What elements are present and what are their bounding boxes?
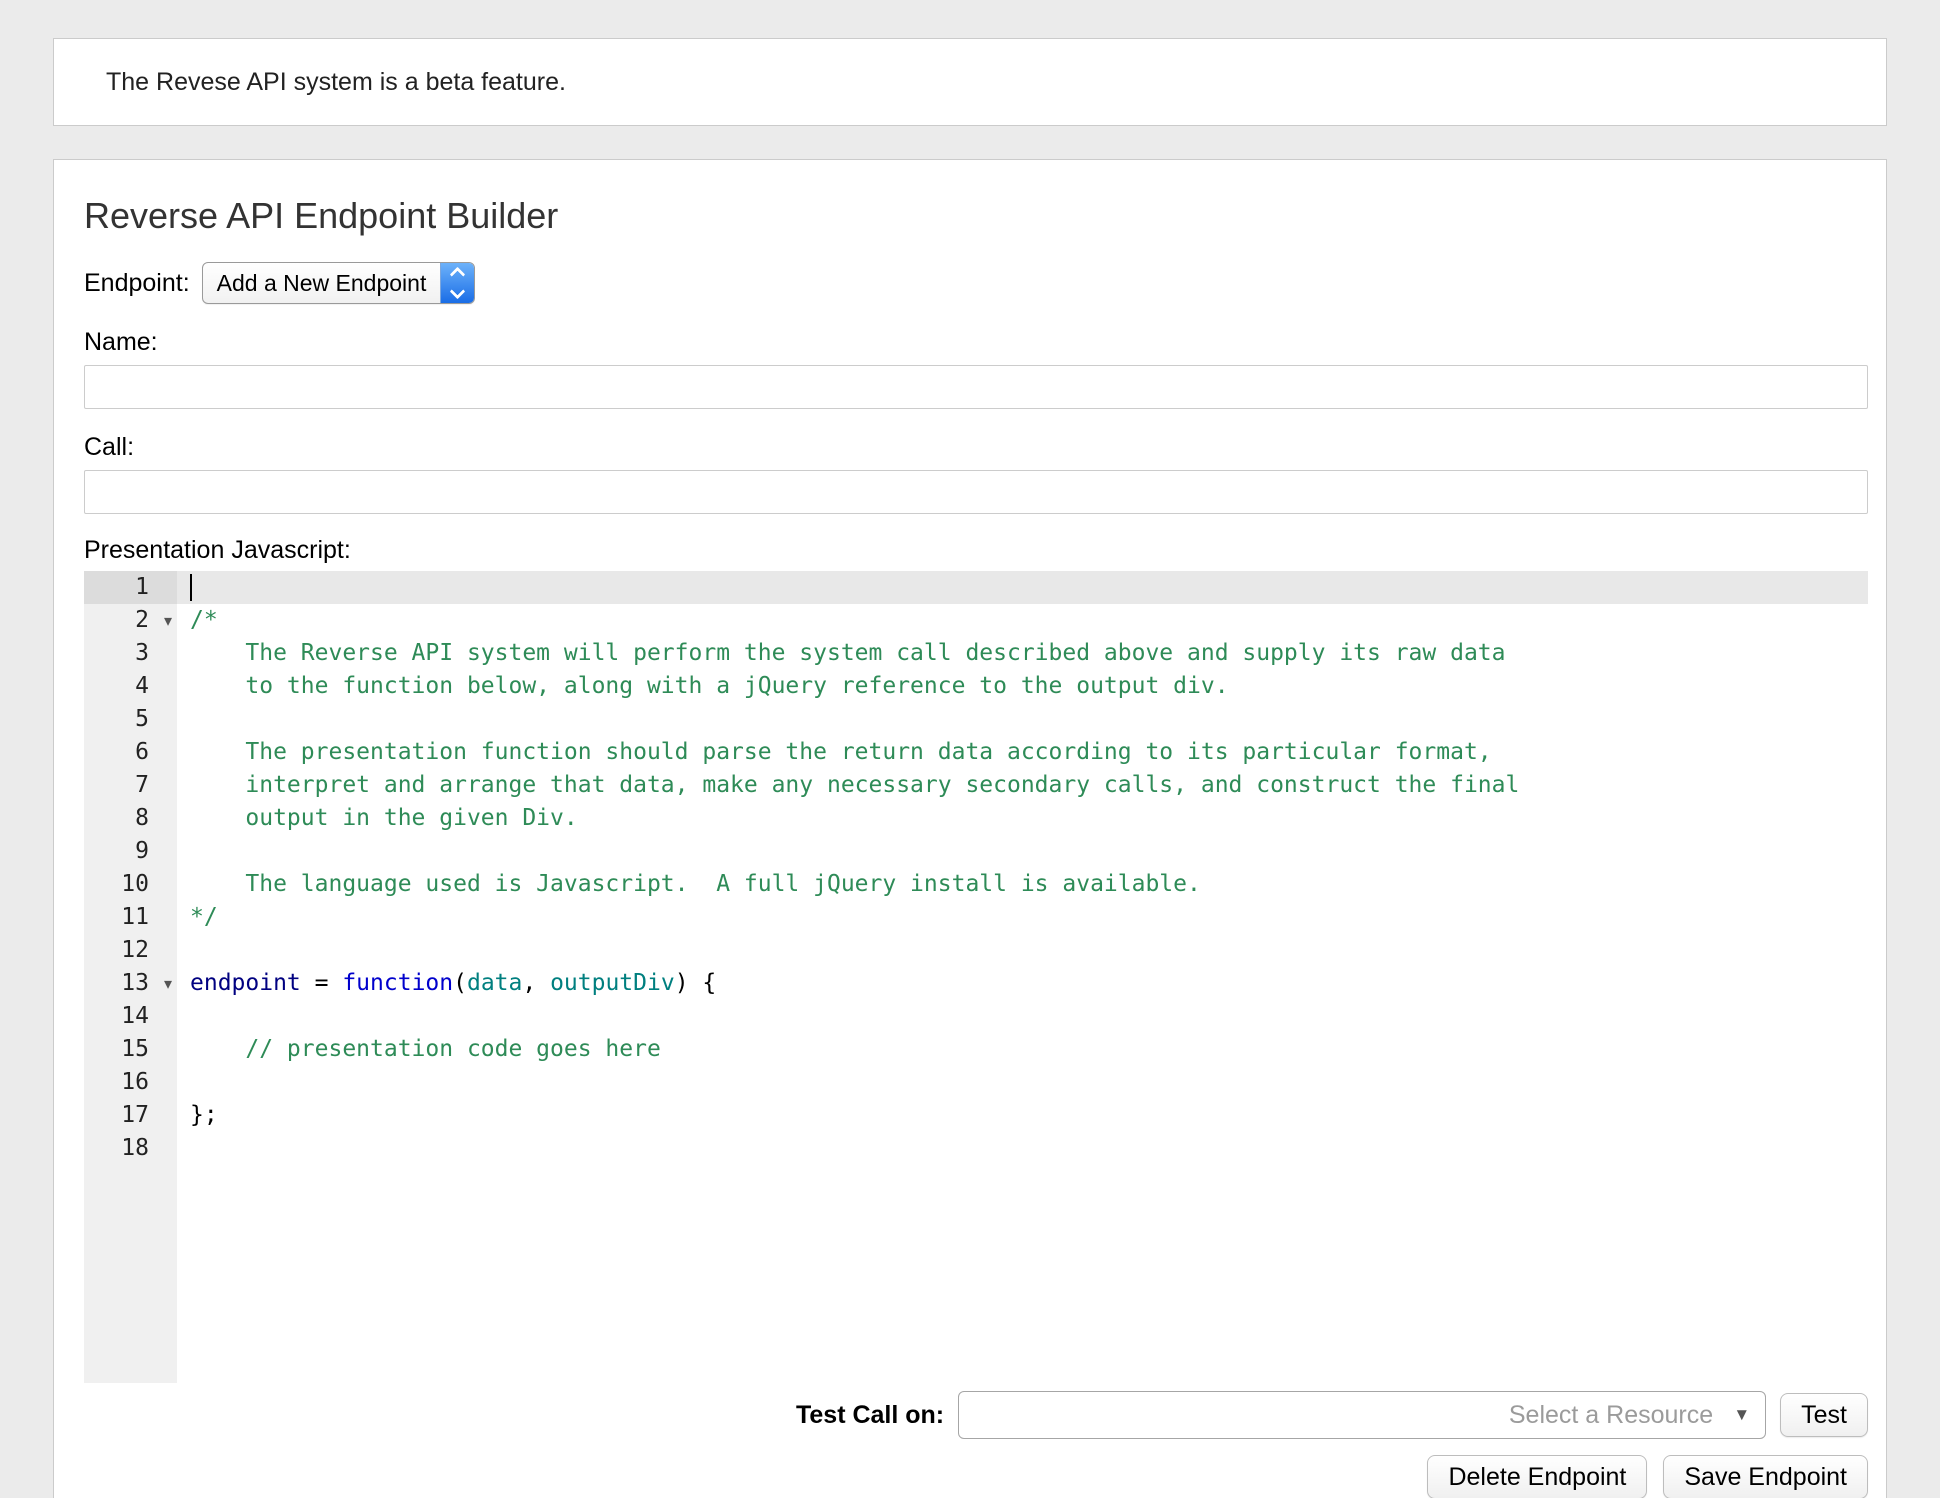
text-cursor-icon	[190, 574, 192, 601]
gutter-line-number: 6	[84, 736, 177, 769]
code-token-comment: /*	[190, 607, 218, 633]
code-line[interactable]: // presentation code goes here	[177, 1033, 1868, 1066]
code-line[interactable]: to the function below, along with a jQue…	[177, 670, 1868, 703]
fold-arrow-icon[interactable]: ▾	[164, 967, 172, 1000]
gutter-line-number: 1	[84, 571, 177, 604]
code-token-comment: */	[190, 904, 218, 930]
page-title: Reverse API Endpoint Builder	[84, 194, 1868, 238]
code-line[interactable]	[177, 1000, 1868, 1033]
code-token-comment: The language used is Javascript. A full …	[190, 871, 1201, 897]
call-input[interactable]	[84, 470, 1868, 514]
code-line[interactable]: The Reverse API system will perform the …	[177, 637, 1868, 670]
gutter-line-number: 11	[84, 901, 177, 934]
code-line[interactable]: /*	[177, 604, 1868, 637]
gutter-line-number: 17	[84, 1099, 177, 1132]
code-line[interactable]: The language used is Javascript. A full …	[177, 868, 1868, 901]
code-token-comment: output in the given Div.	[190, 805, 578, 831]
code-line[interactable]: };	[177, 1099, 1868, 1132]
chevron-down-icon	[450, 284, 466, 300]
editor-gutter: 12▾345678910111213▾1415161718	[84, 571, 177, 1383]
code-token-plain: =	[301, 970, 343, 996]
code-token-comment: to the function below, along with a jQue…	[190, 673, 1229, 699]
presentation-js-label: Presentation Javascript:	[84, 536, 1868, 565]
test-button[interactable]: Test	[1780, 1393, 1868, 1437]
code-token-comment: The presentation function should parse t…	[190, 739, 1492, 765]
gutter-line-number: 7	[84, 769, 177, 802]
code-token-comment: The Reverse API system will perform the …	[190, 640, 1505, 666]
code-token-plain: ) {	[675, 970, 717, 996]
code-token-plain: };	[190, 1102, 218, 1128]
gutter-line-number: 3	[84, 637, 177, 670]
code-editor[interactable]: 12▾345678910111213▾1415161718 /* The Rev…	[84, 571, 1868, 1383]
code-token-plain: (	[453, 970, 467, 996]
endpoint-label: Endpoint:	[84, 269, 190, 298]
code-token-param: data	[467, 970, 522, 996]
code-token-plain: ,	[522, 970, 550, 996]
code-line[interactable]	[177, 934, 1868, 967]
gutter-line-number: 4	[84, 670, 177, 703]
delete-endpoint-button[interactable]: Delete Endpoint	[1427, 1455, 1647, 1498]
gutter-line-number: 14	[84, 1000, 177, 1033]
code-token-comment: interpret and arrange that data, make an…	[190, 772, 1519, 798]
code-line[interactable]	[177, 1066, 1868, 1099]
gutter-line-number: 15	[84, 1033, 177, 1066]
code-line[interactable]: endpoint = function(data, outputDiv) {	[177, 967, 1868, 1000]
code-token-comment: // presentation code goes here	[190, 1036, 661, 1062]
gutter-line-number: 5	[84, 703, 177, 736]
gutter-line-number: 10	[84, 868, 177, 901]
gutter-line-number: 9	[84, 835, 177, 868]
endpoint-select-value: Add a New Endpoint	[217, 270, 427, 297]
gutter-line-number: 16	[84, 1066, 177, 1099]
gutter-line-number: 8	[84, 802, 177, 835]
code-line[interactable]: The presentation function should parse t…	[177, 736, 1868, 769]
code-line[interactable]	[177, 703, 1868, 736]
name-input[interactable]	[84, 365, 1868, 409]
gutter-line-number: 18	[84, 1132, 177, 1165]
endpoint-select[interactable]: Add a New Endpoint	[202, 262, 476, 304]
code-line[interactable]: interpret and arrange that data, make an…	[177, 769, 1868, 802]
save-endpoint-button[interactable]: Save Endpoint	[1663, 1455, 1868, 1498]
beta-banner-text: The Revese API system is a beta feature.	[106, 68, 566, 97]
test-call-row: Test Call on: ▼ Test	[84, 1391, 1868, 1439]
endpoint-row: Endpoint: Add a New Endpoint	[84, 262, 1868, 304]
action-buttons-row: Delete Endpoint Save Endpoint	[84, 1455, 1868, 1498]
endpoint-builder-panel: Reverse API Endpoint Builder Endpoint: A…	[53, 159, 1887, 1498]
test-call-label: Test Call on:	[796, 1401, 944, 1430]
fold-arrow-icon[interactable]: ▾	[164, 604, 172, 637]
code-token-param: outputDiv	[550, 970, 675, 996]
gutter-line-number: 12	[84, 934, 177, 967]
code-line[interactable]	[177, 571, 1868, 604]
page: The Revese API system is a beta feature.…	[0, 0, 1940, 1498]
name-label: Name:	[84, 328, 1868, 357]
code-line[interactable]: */	[177, 901, 1868, 934]
editor-code-area[interactable]: /* The Reverse API system will perform t…	[177, 571, 1868, 1383]
code-line[interactable]	[177, 1132, 1868, 1165]
call-label: Call:	[84, 433, 1868, 462]
resource-select-input[interactable]	[958, 1391, 1766, 1439]
code-line[interactable]	[177, 835, 1868, 868]
resource-combo[interactable]: ▼	[958, 1391, 1766, 1439]
code-line[interactable]: output in the given Div.	[177, 802, 1868, 835]
code-token-keyword: function	[342, 970, 453, 996]
code-token-variable: endpoint	[190, 970, 301, 996]
gutter-line-number: 2▾	[84, 604, 177, 637]
gutter-line-number: 13▾	[84, 967, 177, 1000]
select-stepper-icon	[440, 263, 474, 303]
beta-banner: The Revese API system is a beta feature.	[53, 38, 1887, 126]
chevron-up-icon	[450, 267, 466, 283]
